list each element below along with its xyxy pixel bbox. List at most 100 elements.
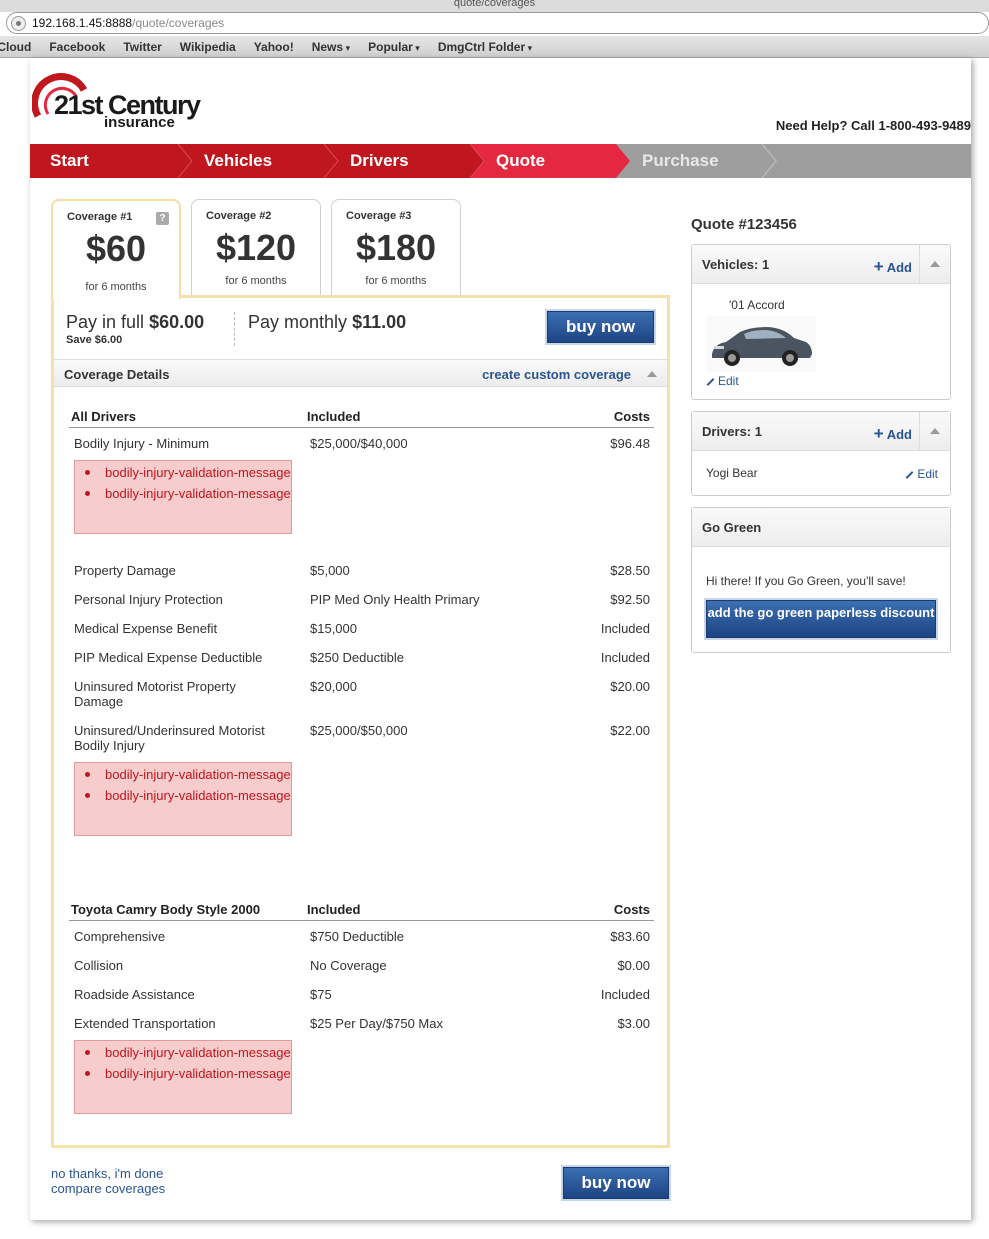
page: 21st Century insurance Need Help? Call 1…: [30, 58, 971, 1220]
pencil-icon: [905, 470, 914, 479]
bookmark-facebook[interactable]: Facebook: [49, 40, 105, 54]
validation-message: bodily-injury-validation-message: [83, 1045, 291, 1060]
collapse-icon[interactable]: [930, 428, 940, 434]
go-green-header: Go Green: [692, 508, 950, 547]
coverage-name: Comprehensive: [74, 929, 166, 944]
coverage-details-header: Coverage Details create custom coverage: [54, 359, 667, 387]
bookmark-popular-menu[interactable]: Popular: [368, 40, 420, 54]
pay-monthly: Pay monthly $11.00: [248, 312, 406, 333]
buy-now-bottom-button[interactable]: buy now: [563, 1167, 669, 1199]
coverage-included: $25,000/$40,000: [310, 436, 408, 451]
bookmarks-bar: iCloud Facebook Twitter Wikipedia Yahoo!…: [0, 36, 989, 58]
bookmark-dmgctrl-menu[interactable]: DmgCtrl Folder: [438, 40, 532, 54]
coverage-included: $20,000: [310, 679, 357, 694]
pay-monthly-amount: $11.00: [352, 312, 407, 332]
coverage-included: $15,000: [310, 621, 357, 636]
address-bar[interactable]: 192.168.1.45:8888/quote/coverages: [6, 12, 989, 34]
logo-subtitle: insurance: [104, 114, 175, 131]
coverage-included: No Coverage: [310, 958, 387, 973]
coverage-details-title: Coverage Details: [64, 367, 170, 382]
coverage-cost: $96.48: [610, 436, 650, 451]
vehicles-box: Vehicles: 1 Add '01 Accord Edit: [691, 244, 951, 400]
coverage-name: Bodily Injury - Minimum: [74, 436, 210, 451]
bookmark-wikipedia[interactable]: Wikipedia: [180, 40, 236, 54]
coverage-included: $5,000: [310, 563, 350, 578]
add-driver-button[interactable]: Add: [874, 424, 912, 444]
coverage-tab-period: for 6 months: [225, 275, 287, 287]
coverage-included: $750 Deductible: [310, 929, 404, 944]
car-image: [706, 316, 816, 372]
step-vehicles[interactable]: Vehicles: [184, 144, 272, 178]
column-header: Toyota Camry Body Style 2000: [71, 902, 261, 917]
step-start[interactable]: Start: [30, 144, 89, 178]
brand-logo[interactable]: 21st Century insurance: [32, 72, 202, 134]
collapse-icon[interactable]: [930, 261, 940, 267]
bookmark-icloud[interactable]: iCloud: [0, 40, 31, 54]
coverage-cost: $22.00: [610, 723, 650, 738]
compare-coverages-link[interactable]: compare coverages: [51, 1181, 165, 1196]
coverage-cost: $83.60: [610, 929, 650, 944]
coverage-tab-label: Coverage #1: [67, 211, 133, 223]
help-icon[interactable]: ?: [156, 212, 169, 225]
bookmark-yahoo[interactable]: Yahoo!: [254, 40, 294, 54]
coverage-tab-1[interactable]: Coverage #1 ? $60 for 6 months: [51, 199, 181, 299]
validation-message: bodily-injury-validation-message: [83, 465, 291, 480]
validation-message: bodily-injury-validation-message: [83, 1066, 291, 1081]
column-header: Included: [307, 902, 361, 917]
no-thanks-link[interactable]: no thanks, i'm done: [51, 1166, 163, 1181]
drivers-table-header: All Drivers Included Costs: [69, 406, 654, 428]
column-header: Costs: [613, 902, 650, 917]
coverage-cost: $92.50: [610, 592, 650, 607]
payment-row: Pay in full $60.00 Save $6.00 Pay monthl…: [54, 298, 667, 356]
vehicle-name: '01 Accord: [729, 298, 785, 312]
url-host: 192.168.1.45:8888: [32, 16, 133, 30]
pay-in-full: Pay in full $60.00: [66, 312, 204, 333]
pencil-icon: [706, 377, 715, 386]
coverage-tab-2[interactable]: Coverage #2 $120 for 6 months: [191, 199, 321, 295]
coverage-name: Personal Injury Protection: [74, 592, 223, 607]
column-header: Costs: [613, 409, 650, 424]
coverage-included: $25,000/$50,000: [310, 723, 408, 738]
edit-vehicle-label: Edit: [718, 374, 739, 388]
go-green-title: Go Green: [702, 520, 762, 535]
url-path: /quote/coverages: [132, 16, 225, 30]
coverage-cost: Included: [600, 650, 650, 665]
coverage-name: Uninsured/Underinsured Motorist Bodily I…: [74, 723, 265, 753]
step-purchase: Purchase: [642, 151, 719, 170]
validation-error-box: bodily-injury-validation-message bodily-…: [74, 1040, 292, 1114]
coverage-tab-3[interactable]: Coverage #3 $180 for 6 months: [331, 199, 461, 295]
bookmark-news-menu[interactable]: News: [312, 40, 350, 54]
collapse-icon[interactable]: [647, 371, 657, 377]
coverage-tab-label: Coverage #3: [346, 210, 412, 222]
go-green-text: Hi there! If you Go Green, you'll save!: [706, 574, 906, 588]
create-custom-coverage-link[interactable]: create custom coverage: [482, 367, 631, 382]
coverage-tab-price: $120: [215, 227, 297, 268]
pay-in-full-amount: $60.00: [149, 312, 205, 332]
drivers-box: Drivers: 1 Add Yogi Bear Edit: [691, 411, 951, 496]
buy-now-button[interactable]: buy now: [547, 311, 654, 343]
step-quote[interactable]: Quote: [476, 144, 545, 178]
edit-vehicle-link[interactable]: Edit: [706, 374, 739, 388]
validation-message: bodily-injury-validation-message: [83, 788, 291, 803]
column-header: Included: [307, 409, 361, 424]
savings-note: Save $6.00: [66, 334, 123, 346]
coverage-tab-label: Coverage #2: [206, 210, 272, 222]
coverage-cost: Included: [600, 987, 650, 1002]
divider: [234, 312, 235, 346]
window-title: quote/coverages: [0, 0, 989, 12]
column-header: All Drivers: [71, 409, 137, 424]
validation-error-box: bodily-injury-validation-message bodily-…: [74, 460, 292, 534]
drivers-box-header: Drivers: 1 Add: [692, 412, 950, 451]
bookmark-twitter[interactable]: Twitter: [123, 40, 161, 54]
coverage-name: Uninsured Motorist Property Damage: [74, 679, 236, 709]
divider: [919, 412, 920, 451]
step-drivers[interactable]: Drivers: [330, 144, 409, 178]
add-vehicle-button[interactable]: Add: [874, 257, 912, 277]
coverage-panel: Pay in full $60.00 Save $6.00 Pay monthl…: [51, 295, 670, 1148]
validation-message: bodily-injury-validation-message: [83, 767, 291, 782]
go-green-button[interactable]: add the go green paperless discount: [706, 600, 936, 638]
divider: [919, 245, 920, 284]
coverage-cost: Included: [600, 621, 650, 636]
driver-name: Yogi Bear: [706, 466, 758, 480]
edit-driver-link[interactable]: Edit: [905, 467, 938, 481]
